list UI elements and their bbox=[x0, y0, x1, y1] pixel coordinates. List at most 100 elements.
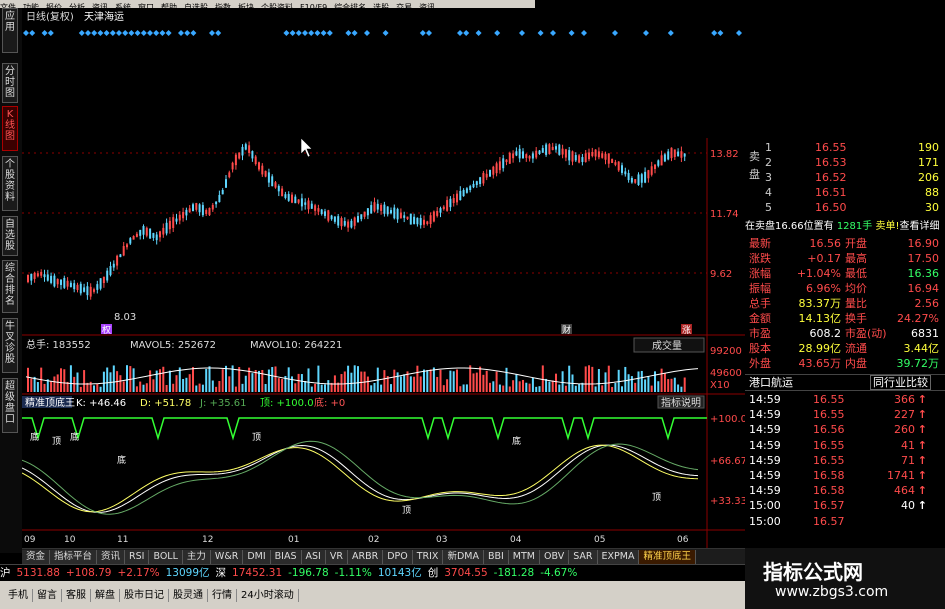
candle-body bbox=[498, 161, 501, 171]
volume-bar bbox=[83, 370, 86, 392]
candle-body bbox=[456, 193, 458, 203]
indicator-tab[interactable]: ARBR bbox=[347, 550, 384, 564]
candle-body bbox=[116, 255, 119, 266]
left-tab-6[interactable]: 牛叉诊股 bbox=[2, 318, 18, 373]
event-marker: 权 bbox=[102, 324, 111, 336]
candle-body bbox=[149, 228, 152, 239]
status-link[interactable]: 股灵通 bbox=[169, 589, 208, 602]
indicator-tab[interactable]: ASI bbox=[301, 550, 326, 564]
indicator-tab[interactable]: 指标平台 bbox=[50, 550, 98, 564]
tick-arrow-icon: ↑ bbox=[917, 393, 927, 406]
indicator-tab[interactable]: BOLL bbox=[149, 550, 183, 564]
candle-body bbox=[597, 151, 600, 158]
sector-name[interactable]: 港口航运 bbox=[749, 375, 793, 390]
indicator-tab[interactable]: BIAS bbox=[270, 550, 302, 564]
signal-diamond bbox=[209, 30, 215, 36]
volume-bar bbox=[89, 381, 92, 392]
indicator-tab[interactable]: DMI bbox=[243, 550, 271, 564]
left-tab-7[interactable]: 超级盘口 bbox=[2, 378, 18, 433]
volume-bar bbox=[479, 366, 482, 392]
candle-body bbox=[314, 205, 317, 211]
candle-body bbox=[452, 198, 455, 203]
volume-bar bbox=[221, 369, 224, 392]
candle-body bbox=[198, 204, 201, 213]
indicator-tab[interactable]: 资金 bbox=[22, 550, 51, 564]
order-level: 1 bbox=[765, 141, 772, 154]
indicator-tab[interactable]: 主力 bbox=[182, 550, 211, 564]
volume-bar bbox=[287, 367, 290, 392]
candle-body bbox=[607, 153, 610, 164]
kline-chart-area[interactable]: 日线(复权) 天津海运 8.03 13.82 11.74 9.62 权 财 涨总手: 18355… bbox=[21, 8, 817, 548]
indicator-tab[interactable]: EXPMA bbox=[597, 550, 640, 564]
market-index-bar: 沪 5131.88 +108.79 +2.17% 13099亿深 17452.31 -196… bbox=[0, 564, 745, 581]
order-book-row: 1 16.55 190 bbox=[745, 140, 945, 155]
volume-bar bbox=[650, 385, 653, 392]
indicator-tab[interactable]: VR bbox=[325, 550, 348, 564]
candle-body bbox=[574, 155, 577, 161]
indicator-tab[interactable]: TRIX bbox=[412, 550, 444, 564]
indicator-tab[interactable]: MTM bbox=[508, 550, 540, 564]
top-menu-bar: 文件 功能 报价 分析 资讯 系统 窗口 帮助 自选股 指数 板块 个股资料 F10/F9 综合排名 选股交… bbox=[0, 0, 535, 8]
kline-chart-svg[interactable]: 日线(复权) 天津海运 8.03 13.82 11.74 9.62 权 财 涨总手: 18355… bbox=[21, 8, 817, 548]
tick-volume: 71 bbox=[901, 453, 915, 467]
candle-body bbox=[416, 217, 419, 225]
indicator-tab[interactable]: OBV bbox=[540, 550, 570, 564]
index-value: 沪 bbox=[0, 567, 11, 579]
order-volume: 190 bbox=[918, 141, 939, 154]
volume-bar bbox=[667, 379, 670, 392]
quote-stat-row: 市盈 608.2 市盈(动) 6831 bbox=[745, 326, 945, 341]
volume-bar bbox=[142, 384, 145, 392]
signal-diamond bbox=[190, 30, 197, 36]
order-book-row: 5 16.50 30 bbox=[745, 200, 945, 215]
candle-body bbox=[73, 283, 76, 290]
signal-diamond bbox=[128, 30, 135, 36]
sector-compare-link[interactable]: 同行业比较 bbox=[870, 375, 931, 390]
volume-bar bbox=[531, 377, 534, 392]
candle-body bbox=[640, 174, 643, 183]
candle-body bbox=[479, 177, 482, 185]
signal-diamond bbox=[85, 30, 91, 36]
status-link[interactable]: 客服 bbox=[62, 589, 91, 602]
status-link[interactable]: 解盘 bbox=[91, 589, 120, 602]
status-link[interactable]: 手机 bbox=[4, 589, 33, 602]
left-tab-1[interactable]: 分时图 bbox=[2, 63, 18, 103]
indicator-tab[interactable]: RSI bbox=[125, 550, 150, 564]
status-link[interactable]: 24小时滚动 bbox=[237, 589, 299, 602]
order-book-row: 2 16.53 171 bbox=[745, 155, 945, 170]
left-tab-4[interactable]: 自选股 bbox=[2, 216, 18, 256]
indicator-axis-label: +100.0 bbox=[710, 414, 745, 425]
tick-row: 14:59 16.58 1741 ↑ bbox=[745, 468, 945, 483]
signal-diamond bbox=[419, 30, 426, 36]
candle-body bbox=[56, 279, 59, 285]
stat-value: +0.17 bbox=[807, 252, 841, 265]
left-tab-0[interactable]: 应用 bbox=[2, 8, 18, 53]
candle-body bbox=[350, 220, 353, 228]
quote-stat-row: 涨跌 +0.17 最高 17.50 bbox=[745, 251, 945, 266]
indicator-tab[interactable]: DPO bbox=[383, 550, 413, 564]
left-tab-2[interactable]: K线图 bbox=[2, 106, 18, 151]
position-link[interactable]: 查看详细 bbox=[899, 221, 939, 232]
volume-bar bbox=[601, 385, 604, 392]
candle-body bbox=[588, 152, 590, 160]
status-link[interactable]: 股市日记 bbox=[120, 589, 169, 602]
status-link[interactable]: 留言 bbox=[33, 589, 62, 602]
index-value: -4.67% bbox=[540, 567, 578, 579]
quote-stat-row: 金额 14.13亿 换手 24.27% bbox=[745, 311, 945, 326]
left-tab-5[interactable]: 综合排名 bbox=[2, 260, 18, 313]
indicator-tab[interactable]: W&R bbox=[210, 550, 244, 564]
tick-arrow-icon: ↑ bbox=[917, 408, 927, 422]
indicator-tab[interactable]: 资讯 bbox=[97, 550, 126, 564]
indicator-tab[interactable]: 新DMA bbox=[443, 550, 484, 564]
candle-body bbox=[221, 189, 224, 195]
status-link[interactable]: 行情 bbox=[208, 589, 237, 602]
indicator-mark: 底 bbox=[30, 431, 39, 443]
order-volume: 30 bbox=[925, 201, 939, 214]
indicator-tab[interactable]: 精准顶底王 bbox=[639, 550, 696, 564]
left-tab-3[interactable]: 个股资料 bbox=[2, 156, 18, 211]
time-axis-label: 05 bbox=[594, 535, 605, 545]
indicator-tab[interactable]: SAR bbox=[569, 550, 598, 564]
indicator-tab[interactable]: BBI bbox=[483, 550, 509, 564]
volume-bar bbox=[558, 384, 561, 392]
stat-label: 涨跌 bbox=[749, 252, 771, 265]
candle-body bbox=[360, 214, 363, 220]
